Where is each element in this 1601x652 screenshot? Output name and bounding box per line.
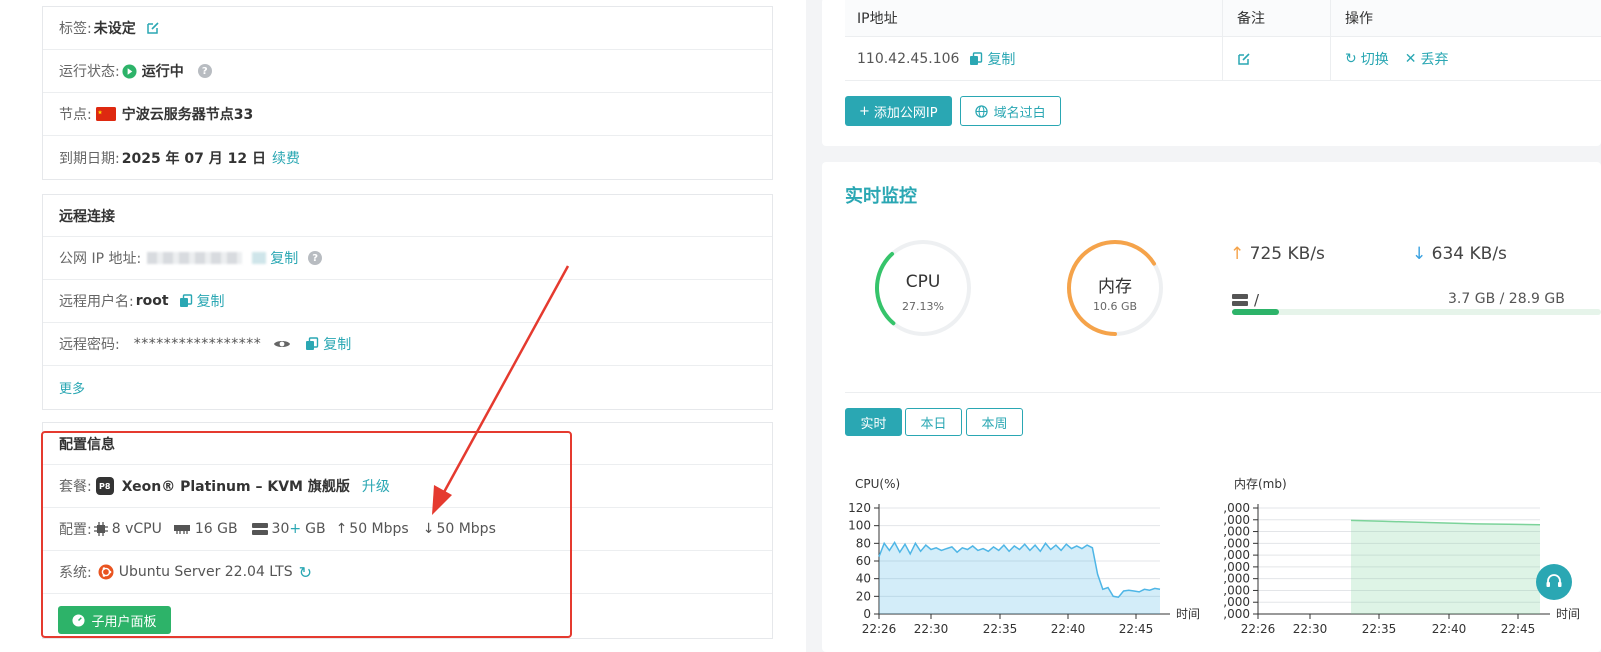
ip-actions: + 添加公网IP 域名过白 [845,96,1061,126]
y-tick-label: 100 [848,519,871,533]
y-tick-label: 80 [856,536,871,550]
monitor-title: 实时监控 [845,186,917,207]
tab-today[interactable]: 本日 [905,408,962,436]
x-tick-label: 22:26 [1241,622,1276,636]
headset-icon [1544,572,1564,592]
y-tick-label: 120 [848,501,871,515]
copy-ip-link[interactable]: 复制 [987,49,1015,69]
x-tick-label: 22:30 [1293,622,1328,636]
add-public-ip-label: 添加公网IP [873,105,938,121]
y-tick-label: 20 [856,589,871,603]
y-tick-label: 40 [856,572,871,586]
action-cell: ↻ 切换 ✕ 丢弃 [1331,37,1601,80]
download-speed-value: 634 KB/s [1431,244,1507,264]
x-tick-label: 22:30 [914,622,949,636]
add-public-ip-button[interactable]: + 添加公网IP [845,96,952,126]
memory-gauge-value: 10.6 GB [1092,300,1138,313]
col-ip: IP地址 [845,0,1223,36]
annotation-arrow [432,265,570,515]
disk-mount: / [1254,291,1260,309]
x-tick-label: 22:40 [1051,622,1086,636]
chart-title: 内存(mb) [1234,477,1287,491]
series-area [1351,520,1540,614]
support-chat-button[interactable] [1536,564,1572,600]
x-axis-label: 时间 [1176,607,1200,621]
col-note: 备注 [1223,0,1331,36]
x-tick-label: 22:45 [1119,622,1154,636]
edit-icon[interactable] [1237,52,1251,66]
disk-icon [1232,293,1248,307]
upload-speed-value: 725 KB/s [1249,244,1325,264]
x-tick-label: 22:35 [1362,622,1397,636]
y-tick-label: 0 [863,607,871,621]
ip-table-header: IP地址 备注 操作 [845,0,1601,37]
download-speed: ↓ 634 KB/s [1412,244,1507,264]
disk-usage: / [1232,291,1259,309]
ip-cell: 110.42.45.106 复制 [845,37,1223,80]
cpu-gauge-label: CPU [905,272,941,292]
page: 标签: 未设定 运行状态: 运行中 ? 节点: 宁波云服务器节点33 到期日期:… [0,0,1601,652]
y-tick-label: 60 [856,554,871,568]
disk-progress-fill [1232,309,1280,315]
x-tick-label: 22:35 [983,622,1018,636]
discard-link[interactable]: 丢弃 [1420,49,1448,69]
arrow-down-icon: ↓ [1412,244,1427,264]
arrow-up-icon: ↑ [1230,244,1245,264]
table-row: 110.42.45.106 复制 ↻ 切换 ✕ 丢弃 [845,37,1601,81]
tab-realtime[interactable]: 实时 [845,408,902,436]
disk-progress-track [1232,309,1601,315]
tab-week[interactable]: 本周 [966,408,1023,436]
y-tick-label: ,000 [1223,501,1250,515]
refresh-icon[interactable]: ↻ [1345,51,1357,67]
x-axis-label: 时间 [1556,607,1580,621]
close-icon[interactable]: ✕ [1405,51,1417,67]
x-tick-label: 22:45 [1501,622,1536,636]
divider [845,392,1601,393]
x-tick-label: 22:40 [1432,622,1467,636]
copy-icon[interactable] [969,51,983,66]
memory-gauge-label: 内存 [1098,277,1132,297]
cpu-chart: CPU(%) 0 20 40 60 80 100 120 22:26 22:30 22:35 22:4… [848,477,1200,636]
globe-icon [974,104,988,118]
col-action: 操作 [1345,11,1373,27]
memory-chart: 内存(mb),000,000,000,000,000,000,000,000,0… [1223,477,1580,636]
upload-speed: ↑ 725 KB/s [1230,244,1325,264]
cpu-gauge-value: 27.13% [902,300,944,313]
ip-table-card: IP地址 备注 操作 110.42.45.106 复制 ↻ 切换 ✕ 丢弃 + … [822,0,1601,146]
disk-usage-text: 3.7 GB / 28.9 GB [1448,291,1565,307]
domain-whitelist-label: 域名过白 [993,105,1046,121]
note-cell [1223,37,1331,80]
x-tick-label: 22:26 [862,622,897,636]
ip-address: 110.42.45.106 [857,50,960,67]
switch-link[interactable]: 切换 [1361,49,1389,69]
domain-whitelist-button[interactable]: 域名过白 [959,96,1061,126]
plus-icon: + [859,103,870,119]
chart-title: CPU(%) [855,477,900,491]
